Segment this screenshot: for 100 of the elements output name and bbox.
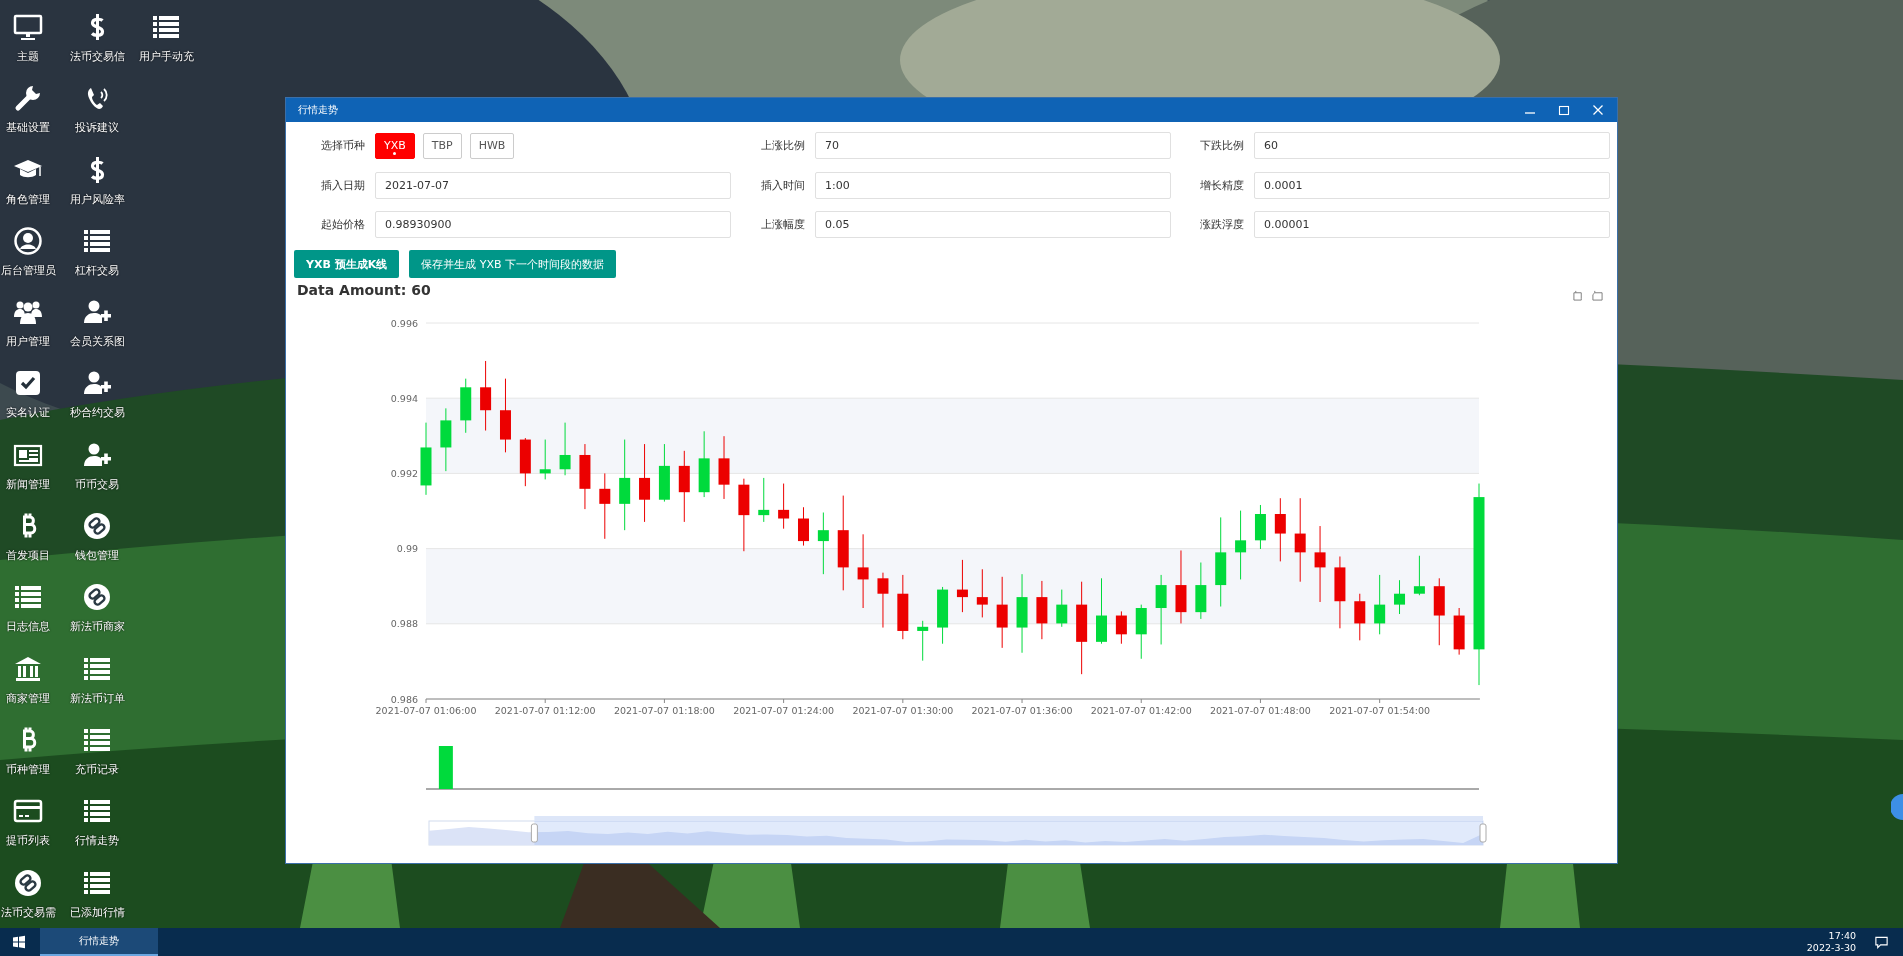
desktop-shortcut[interactable]: 新法币商家 xyxy=(69,582,125,654)
currency-option[interactable]: YXB xyxy=(375,132,415,159)
input-field[interactable]: 0.05 xyxy=(815,211,1171,238)
candlestick xyxy=(718,435,730,500)
desktop-shortcut[interactable]: 角色管理 xyxy=(0,154,56,226)
input-field[interactable]: 60 xyxy=(1254,132,1610,159)
desktop-shortcut[interactable]: 新闻管理 xyxy=(0,439,56,512)
desktop-shortcut[interactable]: 主题 xyxy=(0,12,56,84)
axis-label: 0.99 xyxy=(396,543,418,555)
field-label: 增长精度 xyxy=(1199,177,1244,193)
axis-label: 2021-07-07 01:18:00 xyxy=(613,705,715,716)
candlestick xyxy=(1254,504,1266,550)
slider-handle[interactable] xyxy=(530,823,538,843)
desktop-shortcut[interactable]: 秒合约交易 xyxy=(69,368,125,440)
zoom-reset-icon[interactable] xyxy=(1592,289,1603,301)
desktop-shortcut[interactable]: 用户风险率 xyxy=(69,154,125,226)
desktop-shortcut[interactable]: 实名认证 xyxy=(0,368,56,440)
currency-option[interactable]: HWB xyxy=(469,132,515,159)
candlestick xyxy=(897,574,909,640)
candlestick xyxy=(798,506,809,547)
desktop-shortcut[interactable]: 钱包管理 xyxy=(69,511,125,583)
desktop-shortcut[interactable]: 杠杆交易 xyxy=(69,225,125,298)
data-amount-label: Data Amount: 60 xyxy=(297,282,431,298)
desktop-shortcut[interactable]: 充币记录 xyxy=(69,724,125,797)
candlestick xyxy=(937,586,949,645)
candlestick xyxy=(1235,510,1247,580)
desktop-shortcut[interactable]: 首发项目 xyxy=(0,511,56,583)
candlestick xyxy=(658,443,670,503)
currency-option[interactable]: TBP xyxy=(422,132,462,159)
axis-label: 2021-07-07 01:30:00 xyxy=(852,705,954,716)
field-label: 下跌比例 xyxy=(1199,138,1244,153)
desktop-shortcut[interactable]: 法币交易需 xyxy=(0,867,56,928)
input-field[interactable]: 0.98930900 xyxy=(375,211,731,238)
desktop-shortcut[interactable]: 投诉建议 xyxy=(69,83,125,155)
axis-label: 2021-07-07 01:54:00 xyxy=(1329,705,1431,716)
taskbar-item[interactable]: 行情走势 xyxy=(40,928,158,956)
candlestick xyxy=(956,559,968,613)
desktop-shortcut[interactable]: 新法币订单 xyxy=(69,653,125,725)
maximize-icon[interactable] xyxy=(1557,103,1571,117)
slider-handle[interactable] xyxy=(1479,823,1487,843)
axis-label: 0.996 xyxy=(390,317,418,329)
link-circle-icon xyxy=(82,582,112,613)
candlestick xyxy=(758,477,770,523)
candlestick xyxy=(480,360,492,432)
clock-date: 2022-3-30 xyxy=(1806,942,1856,954)
candlestick xyxy=(1195,562,1207,620)
clock-time: 17:40 xyxy=(1828,930,1856,942)
axis-label: 2021-07-07 01:42:00 xyxy=(1090,705,1192,716)
desktop-shortcut[interactable]: 法币交易信 xyxy=(69,12,125,84)
notification-icon[interactable] xyxy=(1874,934,1889,950)
candlestick xyxy=(599,472,611,540)
candlestick xyxy=(877,572,889,629)
desktop-shortcut[interactable]: 已添加行情 xyxy=(69,867,125,928)
input-field[interactable]: 0.0001 xyxy=(1254,171,1610,199)
axis-label: 2021-07-07 01:06:00 xyxy=(375,705,477,716)
candlestick xyxy=(1056,589,1068,628)
field-label: 插入日期 xyxy=(320,177,365,193)
field-label: 涨跌浮度 xyxy=(1199,217,1244,232)
axis-label: 2021-07-07 01:48:00 xyxy=(1210,705,1311,716)
candlestick xyxy=(1135,604,1147,660)
wrench-icon xyxy=(13,83,43,114)
input-field[interactable]: 70 xyxy=(815,132,1171,159)
desktop-shortcut[interactable]: 用户手动充 xyxy=(138,12,194,84)
field-label: 上涨比例 xyxy=(760,138,805,153)
axis-label: 2021-07-07 01:36:00 xyxy=(971,705,1073,716)
desktop-shortcut[interactable]: 币币交易 xyxy=(69,439,125,512)
input-field[interactable]: 1:00 xyxy=(815,171,1171,199)
user-circle-icon xyxy=(13,225,43,256)
candlestick xyxy=(817,512,829,575)
candlestick xyxy=(1155,574,1167,645)
range-slider[interactable] xyxy=(428,816,1484,846)
floating-button[interactable] xyxy=(1891,794,1903,820)
action-button[interactable]: YXB 预生成K线 xyxy=(294,250,400,278)
close-icon[interactable] xyxy=(1591,103,1605,117)
candlestick xyxy=(976,568,988,618)
desktop-shortcut[interactable]: 商家管理 xyxy=(0,653,56,725)
desktop-shortcut[interactable]: 后台管理员 xyxy=(0,225,56,298)
desktop-shortcut[interactable]: 基础设置 xyxy=(0,83,56,155)
desktop-shortcut[interactable]: 提币列表 xyxy=(0,796,56,868)
desktop-shortcut[interactable]: 币种管理 xyxy=(0,724,56,797)
input-field[interactable]: 2021-07-07 xyxy=(375,171,731,199)
axis-label: 0.992 xyxy=(390,467,418,479)
input-field[interactable]: 0.00001 xyxy=(1254,211,1610,238)
candlestick xyxy=(1354,593,1366,641)
desktop-shortcut[interactable]: 会员关系图 xyxy=(69,297,125,369)
axis-label: 2021-07-07 01:12:00 xyxy=(494,705,596,716)
start-icon[interactable] xyxy=(12,935,26,949)
desktop-shortcut[interactable]: 行情走势 xyxy=(69,796,125,868)
candlestick xyxy=(1374,574,1386,635)
desktop-shortcut[interactable]: 日志信息 xyxy=(0,582,56,654)
candlestick xyxy=(1036,580,1048,640)
field-label: 插入时间 xyxy=(760,177,805,193)
zoom-box-icon[interactable] xyxy=(1573,289,1584,301)
window-title: 行情走势 xyxy=(298,103,339,117)
candlestick xyxy=(1433,577,1445,646)
candlestick xyxy=(440,407,452,472)
candlestick xyxy=(519,437,531,487)
desktop-shortcut[interactable]: 用户管理 xyxy=(0,297,56,369)
action-button[interactable]: 保存并生成 YXB 下一个时间段的数据 xyxy=(409,250,616,278)
candlestick xyxy=(917,620,929,662)
